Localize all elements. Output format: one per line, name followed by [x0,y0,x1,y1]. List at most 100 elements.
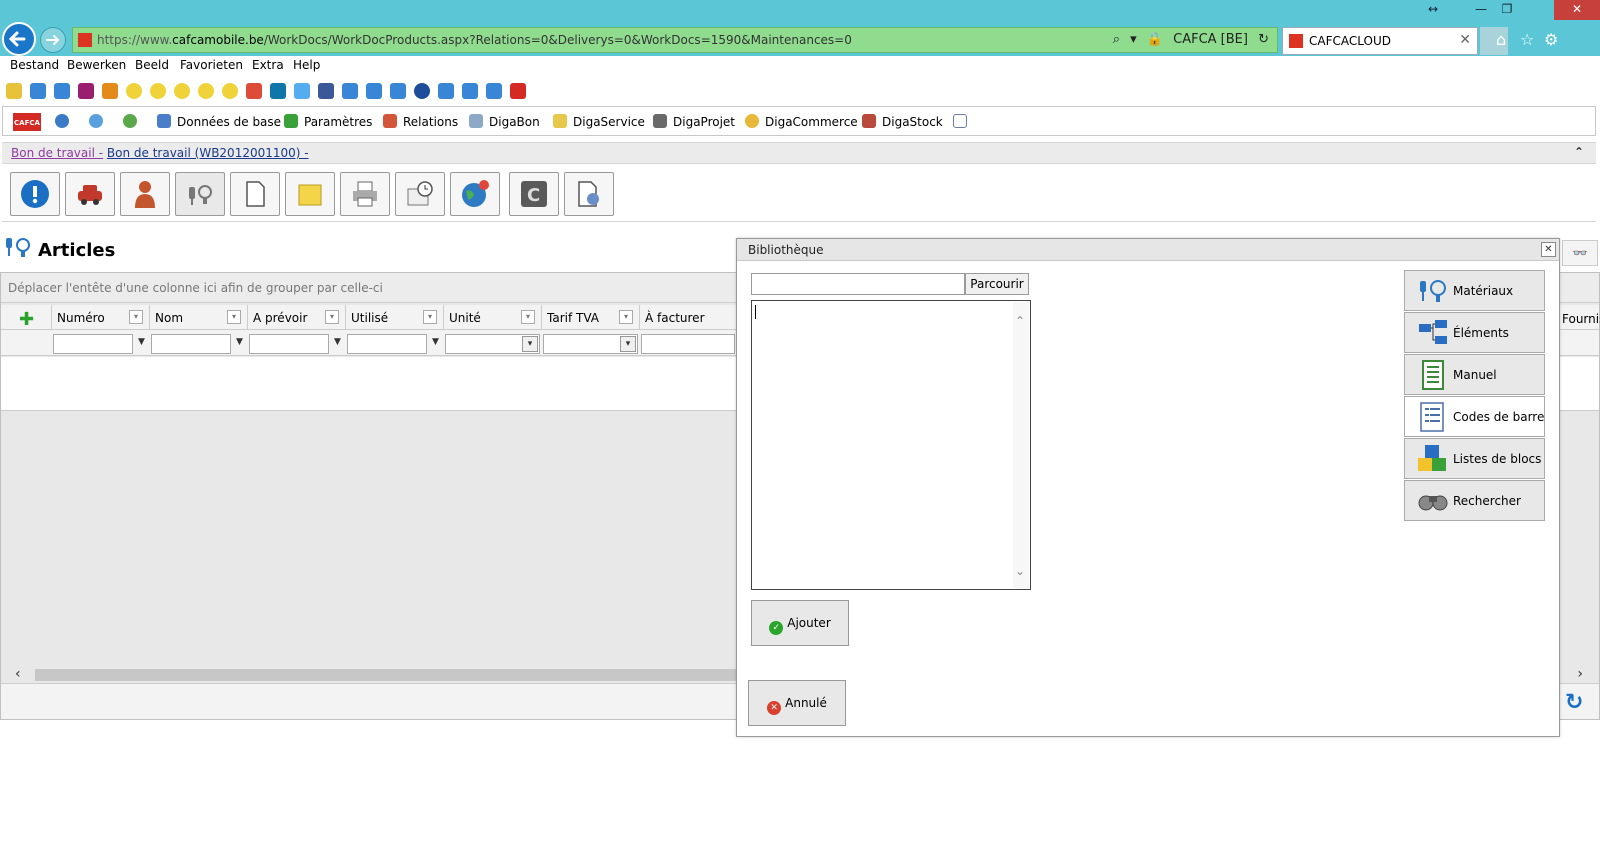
column-menu-icon[interactable]: ▾ [423,310,437,324]
column-header-a-prevoir[interactable]: A prévoir ▾ [247,305,345,330]
yellow-link-icon[interactable] [198,83,214,99]
column-header-utilise[interactable]: Utilisé ▾ [345,305,443,330]
h-link-icon[interactable] [78,83,94,99]
chevron-down-icon[interactable]: ▾ [522,336,538,352]
menu-extra[interactable]: Extra [252,58,284,72]
column-header-nom[interactable]: Nom ▾ [149,305,247,330]
globe-icon[interactable] [55,114,75,129]
url-text[interactable]: https://www.cafcamobile.be/WorkDocs/Work… [97,33,852,47]
library-rechercher-button[interactable]: Rechercher [1404,480,1545,521]
lock-icon[interactable]: 🔒 [1147,32,1163,47]
filter-a-prevoir-input[interactable] [249,334,329,354]
filter-nom-input[interactable] [151,334,231,354]
ie-link-icon[interactable] [438,83,454,99]
library-manuel-button[interactable]: Manuel [1404,354,1545,395]
checklist-icon[interactable] [953,114,973,129]
ie-link-icon[interactable] [366,83,382,99]
menu-favorieten[interactable]: Favorieten [180,58,243,72]
column-header-tarif-tva[interactable]: Tarif TVA ▾ [541,305,639,330]
sync-icon[interactable] [89,114,109,129]
library-elements-button[interactable]: Éléments [1404,312,1545,353]
facebook-icon[interactable] [318,83,334,99]
forward-button[interactable] [40,27,66,53]
google-plus-icon[interactable] [246,83,262,99]
file-path-input[interactable] [751,273,965,295]
ie-link-icon[interactable] [342,83,358,99]
back-button[interactable] [2,22,36,56]
scroll-left-icon[interactable]: ‹ [15,666,21,682]
orange-link-icon[interactable] [102,83,118,99]
refresh-icon[interactable]: ↻ [1565,690,1591,715]
toolbar-digaservice[interactable]: DigaService [553,114,645,129]
column-menu-icon[interactable]: ▾ [227,310,241,324]
address-bar[interactable]: https://www.cafcamobile.be/WorkDocs/Work… [72,27,1278,53]
filter-unite-select[interactable]: ▾ [445,334,540,354]
timesheet-button[interactable] [395,172,445,216]
column-header-unite[interactable]: Unité ▾ [443,305,541,330]
filter-tarif-tva-select[interactable]: ▾ [543,334,638,354]
certificate-label[interactable]: CAFCA [BE] [1173,32,1248,47]
add-button[interactable]: ✓ Ajouter [751,600,849,646]
column-header-a-facturer[interactable]: À facturer [639,305,737,330]
menu-bestand[interactable]: Bestand [10,58,59,72]
tab-cafcacloud[interactable]: CAFCACLOUD ✕ [1282,27,1478,55]
ie-link-icon[interactable] [30,83,46,99]
menu-help[interactable]: Help [293,58,320,72]
menu-bewerken[interactable]: Bewerken [67,58,126,72]
cancel-button[interactable]: ✕ Annulé [748,680,846,726]
ie-link-icon[interactable] [462,83,478,99]
document-settings-button[interactable] [564,172,614,216]
toolbar-digacommerce[interactable]: DigaCommerce [745,114,858,129]
toolbar-relations[interactable]: Relations [383,114,458,129]
breadcrumb-link-workorder[interactable]: Bon de travail - [11,146,103,160]
library-materiaux-button[interactable]: Matériaux [1404,270,1545,311]
chevron-down-icon[interactable]: ⌄ [1015,564,1025,578]
home-icon[interactable]: ⌂ [1496,30,1506,49]
favorites-star-icon[interactable]: ☆ [1520,30,1534,49]
library-codes-de-barre-button[interactable]: Codes de barre [1404,396,1545,437]
collapse-icon[interactable]: ⌃ [1574,145,1584,159]
menu-beeld[interactable]: Beeld [135,58,169,72]
scroll-right-icon[interactable]: › [1577,666,1583,682]
minimize-button[interactable]: — [1468,0,1494,20]
vehicle-button[interactable] [65,172,115,216]
chevron-down-icon[interactable]: ▾ [620,336,636,352]
cafca-button[interactable]: C [509,172,559,216]
yellow-link-icon[interactable] [222,83,238,99]
breadcrumb-link-workorder-detail[interactable]: Bon de travail (WB2012001100) - [107,146,309,160]
toolbar-digabon[interactable]: DigaBon [469,114,540,129]
filter-utilise-input[interactable] [347,334,427,354]
toolbar-digaprojet[interactable]: DigaProjet [653,114,735,129]
filter-funnel-icon[interactable]: ▼ [432,337,439,347]
add-row-icon[interactable]: ✚ [19,309,34,330]
filter-funnel-icon[interactable]: ▼ [236,337,243,347]
filter-funnel-icon[interactable]: ▼ [334,337,341,347]
column-menu-icon[interactable]: ▾ [619,310,633,324]
close-window-button[interactable]: ✕ [1554,0,1600,20]
info-button[interactable] [10,172,60,216]
print-button[interactable] [340,172,390,216]
textarea-scrollbar[interactable]: ⌃ ⌄ [1013,302,1029,588]
close-icon[interactable]: ✕ [1541,242,1556,257]
restore-button[interactable]: ❐ [1494,0,1520,20]
person-button[interactable] [120,172,170,216]
refresh-icon[interactable]: ↻ [1258,32,1269,47]
binoculars-button[interactable]: 👓 [1562,240,1598,266]
column-menu-icon[interactable]: ▾ [129,310,143,324]
column-header-fournisseur[interactable]: Fournisseur [1562,312,1600,334]
document-button[interactable] [230,172,280,216]
toolbar-donnees-de-base[interactable]: Données de base [157,114,281,129]
filter-numero-input[interactable] [53,334,133,354]
twitter-icon[interactable] [294,83,310,99]
ie-link-icon[interactable] [486,83,502,99]
filter-funnel-icon[interactable]: ▼ [138,337,145,347]
yellow-link-icon[interactable] [174,83,190,99]
column-menu-icon[interactable]: ▾ [325,310,339,324]
column-header-numero[interactable]: Numéro ▾ [51,305,149,330]
browse-button[interactable]: Parcourir [965,273,1029,295]
toolbar-parametres[interactable]: Paramètres [284,114,372,129]
tab-close-icon[interactable]: ✕ [1459,32,1471,48]
ie-link-icon[interactable] [54,83,70,99]
folder-button[interactable] [285,172,335,216]
yellow-link-icon[interactable] [126,83,142,99]
